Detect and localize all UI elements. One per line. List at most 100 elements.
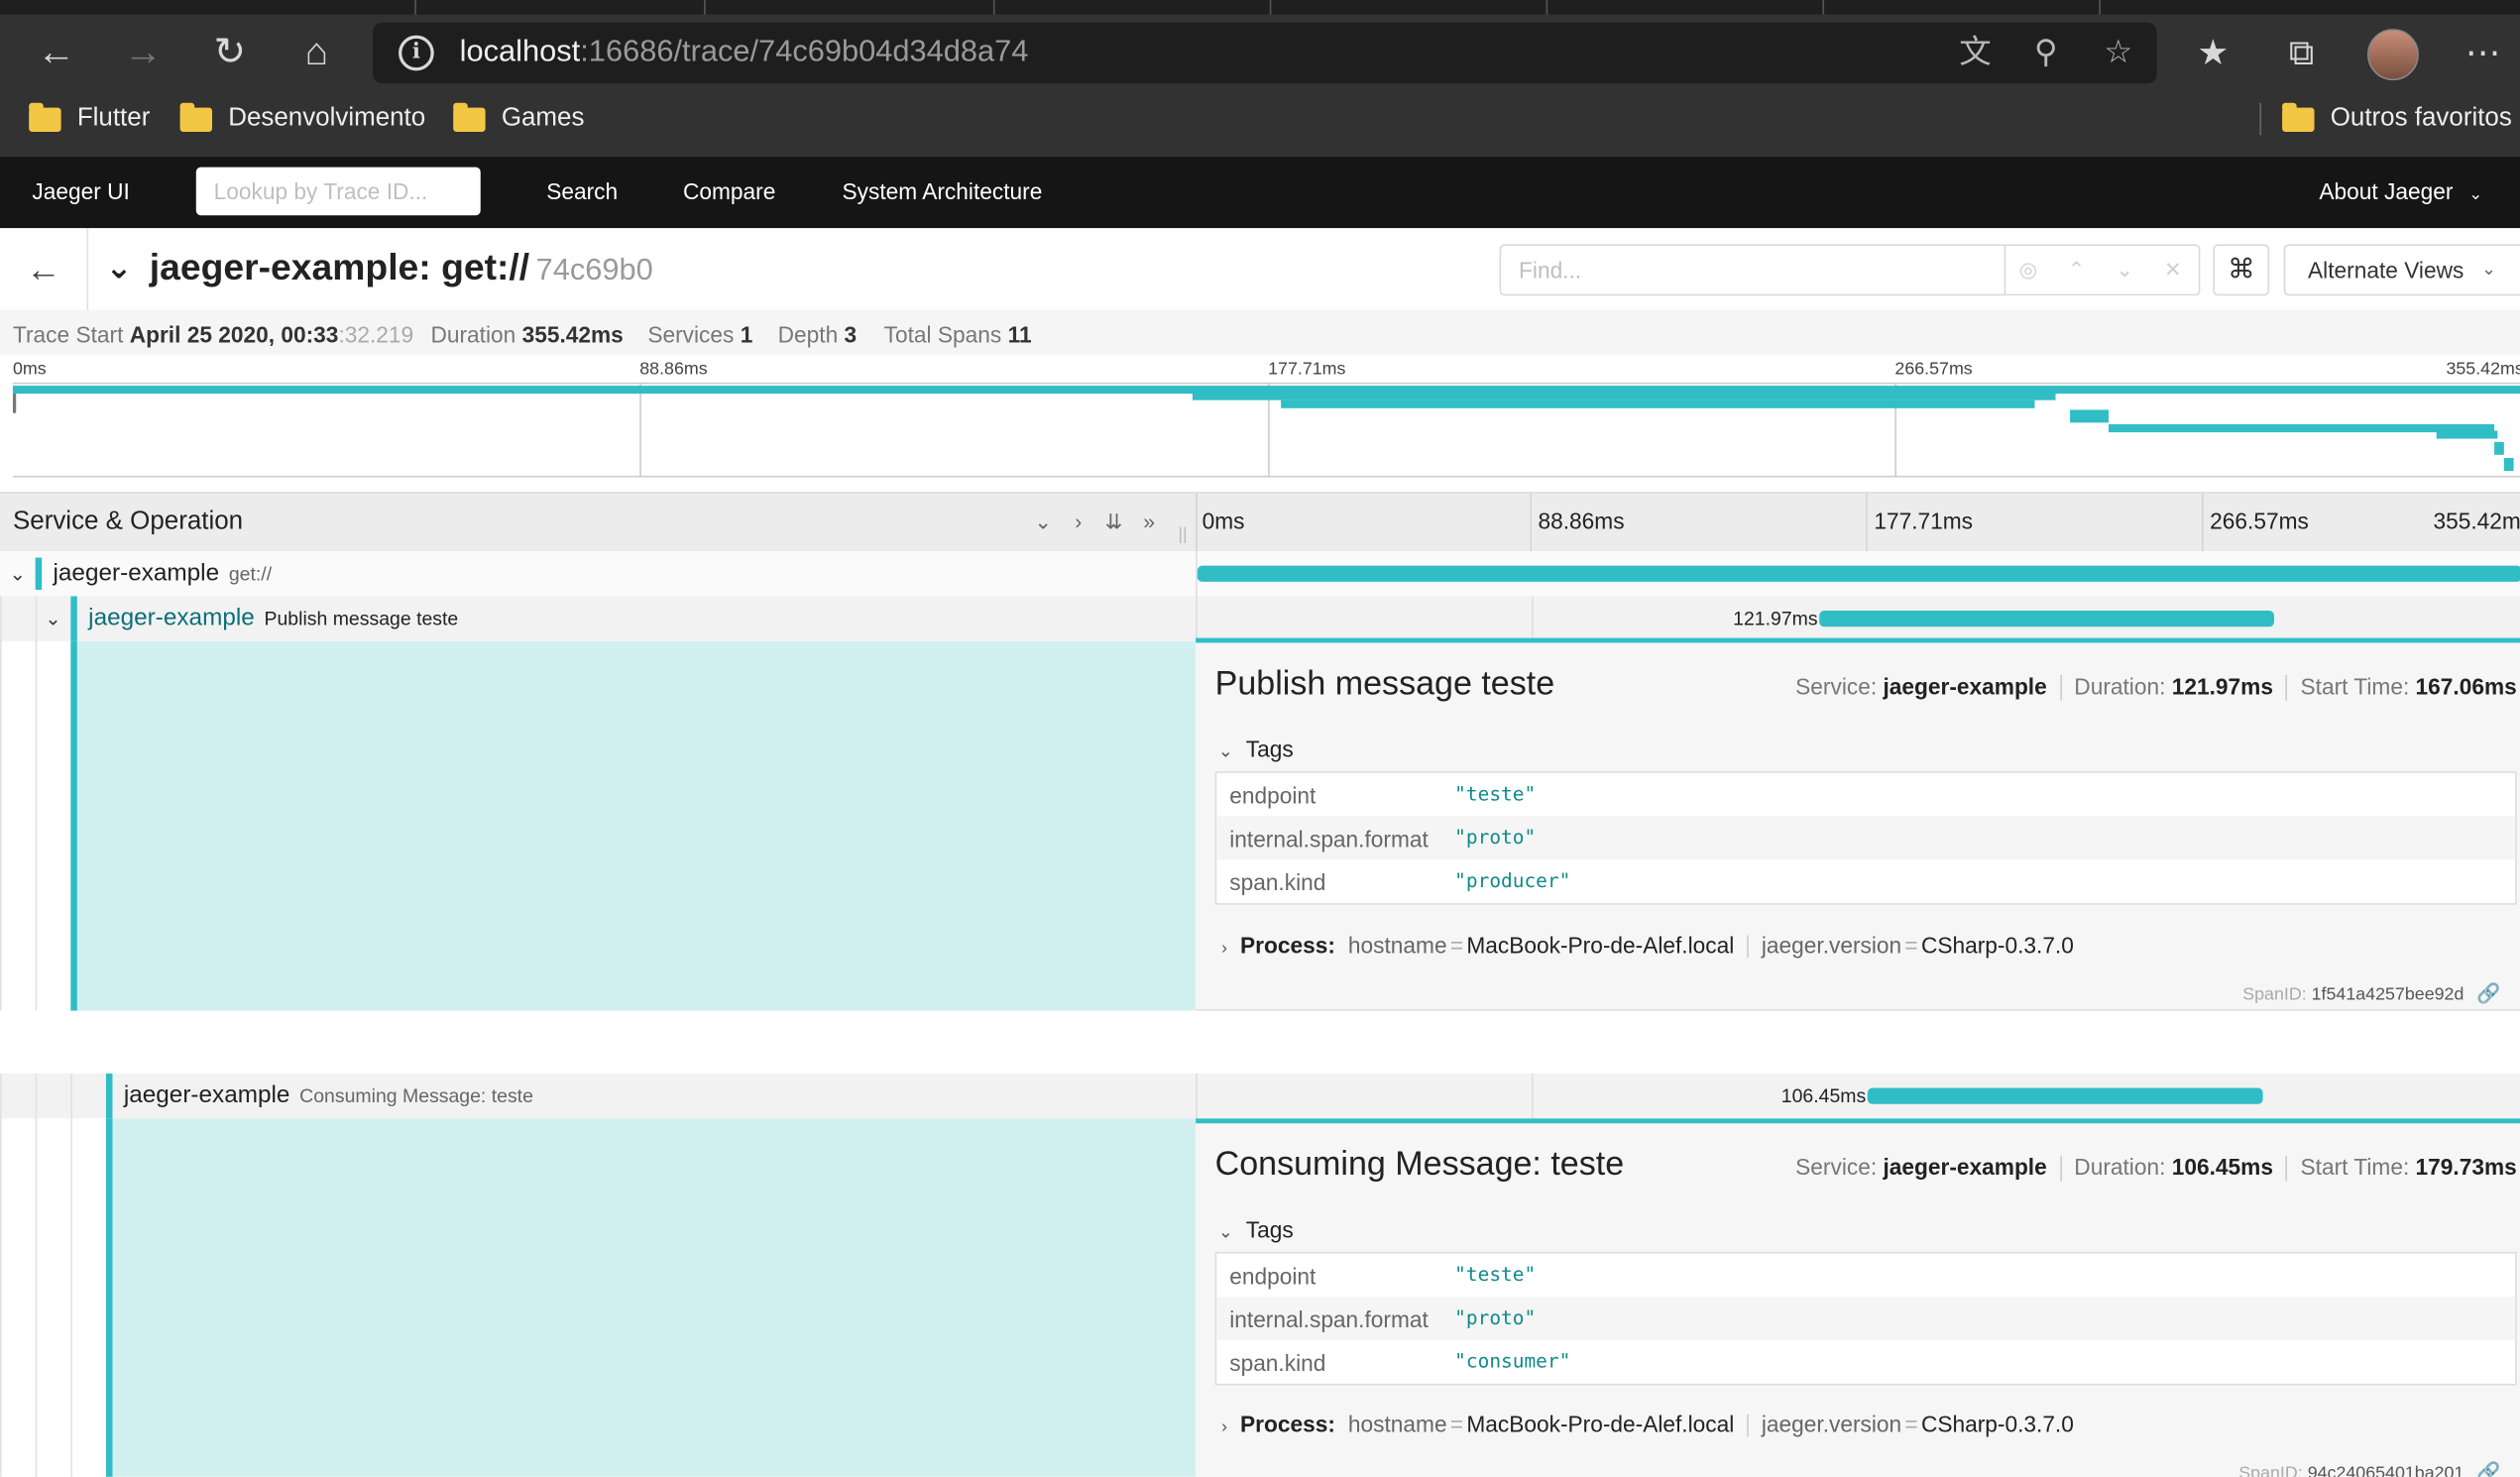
span-name-cell[interactable]: ⌄ jaeger-example Publish message teste — [0, 596, 1196, 641]
locate-target-icon[interactable]: ◎ — [2013, 256, 2042, 284]
timeline-header: Service & Operation ⌄ › ⇊ » || 0ms 88.86… — [0, 492, 2520, 555]
nav-search-link[interactable]: Search — [546, 156, 618, 228]
tab[interactable] — [1270, 0, 1548, 15]
tree-indent-line — [0, 640, 2, 1011]
favorites-list-icon[interactable]: ★ — [2189, 29, 2237, 77]
tag-row[interactable]: internal.span.format "proto" — [1216, 816, 2516, 860]
timeline-gridline — [1866, 493, 1868, 553]
minimap-span — [2494, 441, 2504, 455]
minimap-tick: 0ms — [12, 360, 47, 380]
tags-toggle[interactable]: ⌄ Tags — [1218, 737, 1294, 762]
span-name-cell[interactable]: ⌄ jaeger-example get:// — [0, 551, 1196, 596]
zoom-icon[interactable]: ⚲ — [2025, 32, 2067, 73]
process-label: Process: — [1240, 932, 1335, 959]
info-icon[interactable]: i — [399, 35, 434, 71]
find-input[interactable] — [1499, 244, 2006, 296]
nav-compare-link[interactable]: Compare — [683, 156, 775, 228]
span-label[interactable]: jaeger-example get:// — [53, 559, 272, 587]
collapse-all-icon[interactable]: ⇊ — [1099, 508, 1128, 536]
link-icon[interactable]: 🔗 — [2476, 1461, 2500, 1477]
column-divider[interactable] — [1196, 493, 1198, 553]
tree-indent-line — [0, 1073, 2, 1119]
trace-duration: Duration 355.42ms — [430, 321, 623, 347]
tab[interactable] — [414, 0, 706, 15]
translate-icon[interactable]: 文 — [1954, 32, 1996, 73]
service-color-bar — [35, 557, 43, 590]
chevron-down-icon[interactable]: ⌄ — [2, 558, 34, 590]
tab[interactable] — [0, 0, 416, 15]
bookmark-flutter[interactable]: Flutter — [29, 100, 150, 139]
process-label: Process: — [1240, 1411, 1335, 1437]
refresh-icon[interactable]: ↻ — [206, 29, 255, 77]
tag-row[interactable]: endpoint "teste" — [1216, 1254, 2515, 1298]
span-label[interactable]: jaeger-example Publish message teste — [88, 605, 458, 632]
span-bar[interactable] — [1197, 565, 2520, 582]
minimap-canvas[interactable] — [12, 382, 2520, 478]
expand-all-icon[interactable]: » — [1135, 508, 1164, 536]
expand-one-icon[interactable]: › — [1064, 508, 1092, 536]
url-host: localhost — [459, 35, 581, 69]
tab[interactable] — [704, 0, 995, 15]
nav-system-architecture-link[interactable]: System Architecture — [843, 156, 1043, 228]
span-timeline-cell[interactable] — [1196, 551, 2520, 597]
minimap-span — [2503, 458, 2514, 472]
trace-minimap[interactable]: 0ms 88.86ms 177.71ms 266.57ms 355.42ms — [12, 355, 2520, 479]
span-bar[interactable] — [1819, 611, 2275, 627]
tags-toggle[interactable]: ⌄ Tags — [1218, 1216, 1294, 1242]
span-name-cell[interactable]: jaeger-example Consuming Message: teste — [0, 1073, 1196, 1119]
trace-id-lookup-input[interactable] — [195, 167, 481, 216]
chevron-down-icon[interactable]: ⌄ — [2111, 256, 2139, 284]
favorite-star-icon[interactable]: ☆ — [2098, 32, 2139, 73]
close-icon[interactable]: ✕ — [2158, 256, 2187, 284]
about-jaeger-label: About Jaeger — [2319, 177, 2454, 204]
browser-toolbar: ← → ↻ ⌂ i localhost:16686/trace/74c69b04… — [0, 0, 2520, 157]
span-row-root[interactable]: ⌄ jaeger-example get:// — [0, 551, 2520, 599]
chevron-down-icon[interactable]: ⌄ — [37, 603, 68, 634]
tab[interactable] — [1546, 0, 1825, 15]
about-jaeger-menu[interactable]: About Jaeger ⌄ — [2319, 156, 2482, 228]
tag-row[interactable]: span.kind "producer" — [1216, 859, 2515, 903]
start-time-label: Start Time: — [2300, 673, 2410, 700]
back-arrow-icon[interactable]: ← — [32, 29, 80, 77]
back-button[interactable]: ← — [0, 228, 89, 310]
column-resizer-icon[interactable]: || — [1178, 525, 1187, 544]
tag-key: endpoint — [1229, 1263, 1317, 1290]
tab[interactable] — [1822, 0, 2101, 15]
bookmark-desenvolvimento[interactable]: Desenvolvimento — [179, 100, 425, 139]
bookmark-other-favorites[interactable]: Outros favoritos — [2282, 100, 2512, 139]
jaeger-ui-home-link[interactable]: Jaeger UI — [32, 156, 129, 228]
span-label[interactable]: jaeger-example Consuming Message: teste — [124, 1081, 533, 1109]
span-row-publish[interactable]: ⌄ jaeger-example Publish message teste 12… — [0, 596, 2520, 641]
forward-arrow-icon[interactable]: → — [119, 29, 168, 77]
folder-icon — [453, 101, 486, 132]
tag-row[interactable]: internal.span.format "proto" — [1216, 1297, 2516, 1341]
tag-value: "teste" — [1454, 1263, 1537, 1286]
bookmark-games[interactable]: Games — [453, 100, 584, 139]
collapse-one-icon[interactable]: ⌄ — [1029, 508, 1058, 536]
process-key: hostname — [1347, 1411, 1447, 1437]
link-icon[interactable]: 🔗 — [2476, 982, 2500, 1005]
span-bar[interactable] — [1867, 1087, 2264, 1104]
more-menu-icon[interactable]: ⋯ — [2459, 29, 2507, 77]
tag-row[interactable]: endpoint "teste" — [1216, 773, 2515, 817]
process-toggle[interactable]: › Process: hostname = MacBook-Pro-de-Alef.lo… — [1221, 932, 2074, 959]
span-service-name: jaeger-example — [88, 604, 255, 632]
tree-indent-line — [70, 1073, 72, 1119]
trace-title[interactable]: jaeger-example: get://74c69b0 — [150, 246, 653, 289]
span-timeline-cell[interactable]: 106.45ms — [1196, 1073, 2520, 1119]
avatar[interactable] — [2367, 29, 2419, 81]
span-row-consuming[interactable]: jaeger-example Consuming Message: teste 1… — [0, 1073, 2520, 1119]
alternate-views-select[interactable]: Alternate Views ⌄ — [2283, 244, 2520, 296]
span-timeline-cell[interactable]: 121.97ms — [1196, 596, 2520, 641]
keyboard-shortcuts-button[interactable]: ⌘ — [2213, 244, 2270, 296]
home-icon[interactable]: ⌂ — [292, 29, 341, 77]
tab[interactable] — [993, 0, 1272, 15]
tag-row[interactable]: span.kind "consumer" — [1216, 1340, 2515, 1384]
process-toggle[interactable]: › Process: hostname = MacBook-Pro-de-Alef.lo… — [1221, 1411, 2074, 1437]
url-text[interactable]: localhost:16686/trace/74c69b04d34d8a74 — [460, 36, 1029, 71]
chevron-up-icon[interactable]: ⌃ — [2062, 256, 2091, 284]
collections-icon[interactable]: ⧉ — [2277, 29, 2326, 77]
collapse-trace-chevron-icon[interactable]: ⌄ — [100, 244, 139, 292]
start-time-value: 167.06ms — [2415, 673, 2517, 700]
address-bar[interactable]: i localhost:16686/trace/74c69b04d34d8a74… — [373, 22, 2157, 84]
